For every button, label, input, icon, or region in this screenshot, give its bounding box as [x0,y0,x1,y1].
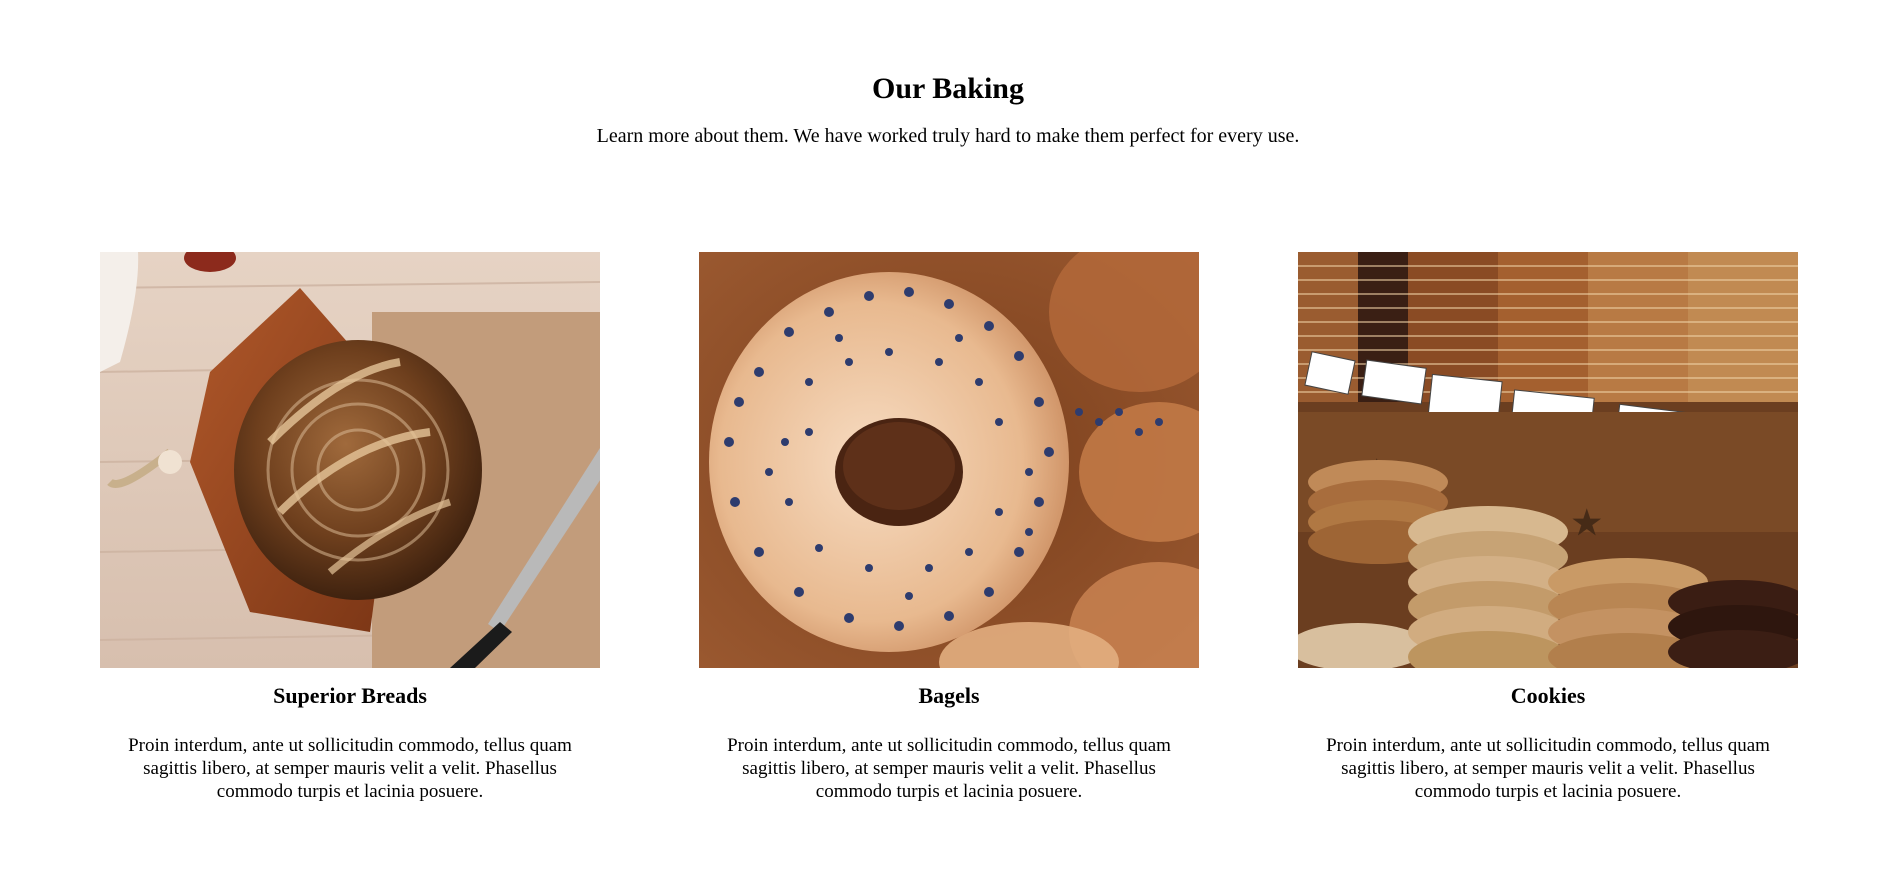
card-title: Cookies [1510,683,1586,708]
card-title: Superior Breads [273,683,427,708]
card-text: Proin interdum, ante ut sollicitudin com… [727,735,1171,802]
card-bagels: Bagels Proin interdum, ante ut sollicitu… [699,252,1199,803]
section-subtitle: Learn more about them. We have worked tr… [596,125,1300,147]
section-header: Our Baking Learn more about them. We hav… [0,0,1896,148]
cookies-photo: ⋆ ⋆ [1298,252,1798,668]
card-title: Bagels [918,683,980,708]
svg-text:⋆: ⋆ [1568,489,1606,555]
bagel-photo [699,252,1199,668]
card-superior-breads: Superior Breads Proin interdum, ante ut … [100,252,600,803]
card-text: Proin interdum, ante ut sollicitudin com… [1326,735,1770,802]
bread-photo [100,252,600,668]
card-text: Proin interdum, ante ut sollicitudin com… [128,735,572,802]
card-cookies: ⋆ ⋆ [1298,252,1798,803]
section-title: Our Baking [871,72,1024,105]
baking-cards: Superior Breads Proin interdum, ante ut … [100,252,1798,803]
